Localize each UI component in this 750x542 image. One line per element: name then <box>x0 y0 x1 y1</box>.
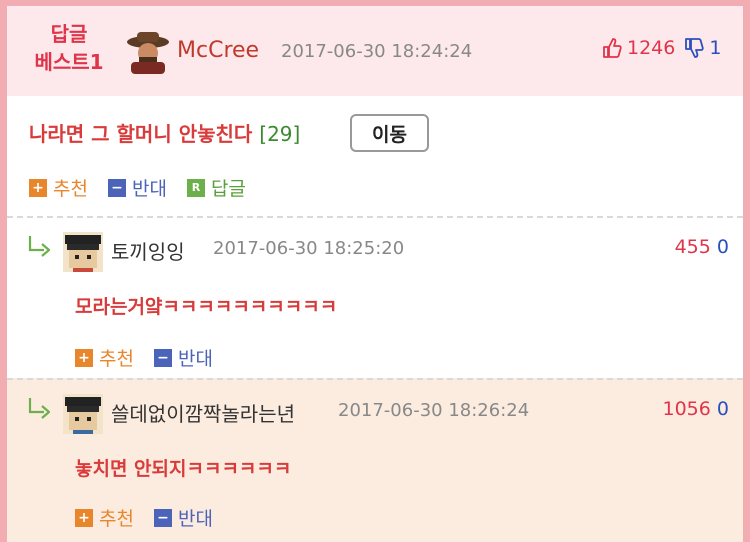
vote-counts: 1246 1 <box>601 37 721 59</box>
best-label-line1: 답글 <box>50 22 88 46</box>
oppose-label: 반대 <box>177 508 213 530</box>
timestamp: 2017-06-30 18:24:24 <box>281 41 473 62</box>
plus-icon: + <box>75 348 93 367</box>
minus-icon: − <box>153 508 172 527</box>
reply-text: 모라는거얔ㅋㅋㅋㅋㅋㅋㅋㅋㅋㅋ <box>75 296 338 318</box>
author-name[interactable]: 토끼잉잉 <box>111 236 185 265</box>
plus-icon: + <box>29 178 47 197</box>
reply-item: 쓸데없이깜짝놀라는년 2017-06-30 18:26:24 1056 0 놓치… <box>7 378 743 542</box>
oppose-button[interactable]: − 반대 <box>153 344 213 371</box>
avatar[interactable] <box>63 232 103 272</box>
post-body: 나라면 그 할머니 안놓친다 [29] 이동 + 추천 − 반대 R 답글 <box>7 96 743 216</box>
like-count: 1056 <box>662 398 711 420</box>
reply-button[interactable]: R 답글 <box>186 174 246 201</box>
move-button[interactable]: 이동 <box>350 114 429 152</box>
oppose-button[interactable]: − 반대 <box>153 504 213 531</box>
author-name[interactable]: McCree <box>177 38 259 63</box>
recommend-button[interactable]: + 추천 <box>75 344 134 371</box>
reply-arrow-icon <box>28 398 51 419</box>
timestamp: 2017-06-30 18:26:24 <box>338 400 530 421</box>
avatar[interactable] <box>125 28 171 74</box>
post-actions: + 추천 − 반대 R 답글 <box>29 174 266 201</box>
vote-counts: 1056 0 <box>663 398 730 420</box>
best-reply-badge: 답글 베스트1 <box>29 20 109 76</box>
vote-counts: 455 0 <box>675 236 729 258</box>
reply-badge-icon: R <box>186 178 205 197</box>
best-label-line2: 베스트1 <box>34 50 104 74</box>
thumbs-up-icon[interactable] <box>601 37 623 59</box>
minus-icon: − <box>153 348 172 367</box>
reply-arrow-icon <box>28 236 51 257</box>
avatar[interactable] <box>63 394 103 434</box>
reply-label: 답글 <box>210 178 246 200</box>
recommend-label: 추천 <box>53 178 88 200</box>
recommend-button[interactable]: + 추천 <box>29 174 88 201</box>
recommend-button[interactable]: + 추천 <box>75 504 134 531</box>
author-name[interactable]: 쓸데없이깜짝놀라는년 <box>111 398 295 427</box>
like-count: 455 <box>674 236 711 258</box>
oppose-label: 반대 <box>177 348 213 370</box>
dislike-count: 0 <box>716 236 729 258</box>
oppose-label: 반대 <box>131 178 167 200</box>
reply-text: 놓치면 안되지ㅋㅋㅋㅋㅋㅋ <box>75 458 292 480</box>
post-title[interactable]: 나라면 그 할머니 안놓친다 [29] <box>29 118 300 147</box>
thumbs-down-icon[interactable] <box>683 37 705 59</box>
dislike-count: 1 <box>709 37 722 59</box>
reply-actions: + 추천 − 반대 <box>75 504 233 531</box>
plus-icon: + <box>75 508 93 527</box>
post-title-text[interactable]: 나라면 그 할머니 안놓친다 <box>29 122 252 146</box>
best-reply-header: 답글 베스트1 McCree 2017-06-30 18:24:24 1246 … <box>7 0 743 96</box>
comment-count: [29] <box>259 122 301 146</box>
oppose-button[interactable]: − 반대 <box>107 174 167 201</box>
reply-actions: + 추천 − 반대 <box>75 344 233 371</box>
recommend-label: 추천 <box>99 508 134 530</box>
reply-item: 토끼잉잉 2017-06-30 18:25:20 455 0 모라는거얔ㅋㅋㅋㅋ… <box>7 216 743 378</box>
minus-icon: − <box>107 178 126 197</box>
dislike-count: 0 <box>716 398 729 420</box>
timestamp: 2017-06-30 18:25:20 <box>213 238 405 259</box>
like-count: 1246 <box>627 37 676 59</box>
recommend-label: 추천 <box>99 348 134 370</box>
